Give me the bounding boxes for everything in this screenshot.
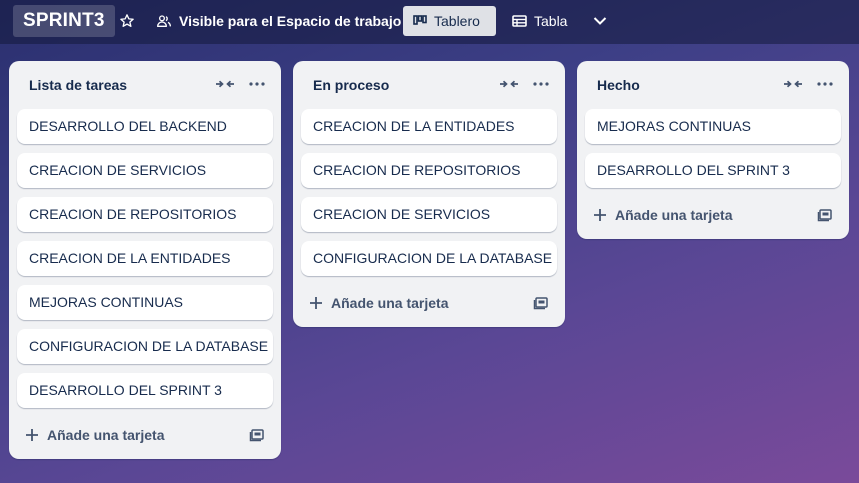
more-options-icon[interactable] <box>814 76 836 92</box>
card[interactable]: CREACION DE LA ENTIDADES <box>301 109 557 144</box>
card[interactable]: CONFIGURACION DE LA DATABASE <box>17 329 273 364</box>
star-icon <box>120 14 134 27</box>
card[interactable]: CREACION DE REPOSITORIOS <box>301 153 557 188</box>
view-tab-tabla[interactable]: Tabla <box>506 6 573 36</box>
list-header: En proceso <box>293 61 565 107</box>
list-en-proceso: En proceso CREACION DE LA ENTIDADES CREA… <box>293 61 565 327</box>
more-options-icon[interactable] <box>530 76 552 92</box>
view-tab-label: Tablero <box>434 13 480 29</box>
add-card-button[interactable]: Añade una tarjeta <box>585 199 785 231</box>
card[interactable]: MEJORAS CONTINUAS <box>585 109 841 144</box>
card[interactable]: DESARROLLO DEL BACKEND <box>17 109 273 144</box>
add-card-button[interactable]: Añade una tarjeta <box>17 419 217 451</box>
collapse-list-icon[interactable] <box>783 76 803 92</box>
board-title[interactable]: SPRINT3 <box>13 5 115 37</box>
star-board-button[interactable] <box>114 6 140 36</box>
list-header: Hecho <box>577 61 849 107</box>
add-card-button[interactable]: Añade una tarjeta <box>301 287 501 319</box>
card-template-icon[interactable] <box>249 427 265 443</box>
more-options-icon[interactable] <box>246 76 268 92</box>
plus-icon <box>26 429 38 441</box>
card-template-icon[interactable] <box>533 295 549 311</box>
plus-icon <box>310 297 322 309</box>
add-card-label: Añade una tarjeta <box>615 207 733 223</box>
collapse-list-icon[interactable] <box>215 76 235 92</box>
list-title[interactable]: Hecho <box>597 77 640 93</box>
add-card-label: Añade una tarjeta <box>331 295 449 311</box>
card[interactable]: CREACION DE REPOSITORIOS <box>17 197 273 232</box>
collapse-list-icon[interactable] <box>499 76 519 92</box>
view-tab-label: Tabla <box>534 13 568 29</box>
list-title[interactable]: Lista de tareas <box>29 77 127 93</box>
card[interactable]: CREACION DE SERVICIOS <box>301 197 557 232</box>
list-hecho: Hecho MEJORAS CONTINUAS DESARROLLO DEL S… <box>577 61 849 239</box>
card[interactable]: CREACION DE SERVICIOS <box>17 153 273 188</box>
board-header: SPRINT3 Visible para el Espacio de traba… <box>0 0 859 44</box>
visibility-label: Visible para el Espacio de trabajo <box>179 13 402 29</box>
card[interactable]: CREACION DE LA ENTIDADES <box>17 241 273 276</box>
board-icon <box>413 15 427 25</box>
card-template-icon[interactable] <box>817 207 833 223</box>
plus-icon <box>594 209 606 221</box>
table-icon <box>512 15 527 27</box>
list-lista-de-tareas: Lista de tareas DESARROLLO DEL BACKEND C… <box>9 61 281 459</box>
workspace-visibility-icon <box>157 15 171 27</box>
card[interactable]: MEJORAS CONTINUAS <box>17 285 273 320</box>
visibility-button[interactable]: Visible para el Espacio de trabajo <box>150 6 407 36</box>
list-title[interactable]: En proceso <box>313 77 389 93</box>
card[interactable]: DESARROLLO DEL SPRINT 3 <box>585 153 841 188</box>
list-header: Lista de tareas <box>9 61 281 107</box>
more-views-button[interactable] <box>588 6 612 36</box>
card[interactable]: DESARROLLO DEL SPRINT 3 <box>17 373 273 408</box>
add-card-label: Añade una tarjeta <box>47 427 165 443</box>
view-tab-tablero[interactable]: Tablero <box>403 6 496 36</box>
card[interactable]: CONFIGURACION DE LA DATABASE <box>301 241 557 276</box>
chevron-down-icon <box>593 17 607 25</box>
